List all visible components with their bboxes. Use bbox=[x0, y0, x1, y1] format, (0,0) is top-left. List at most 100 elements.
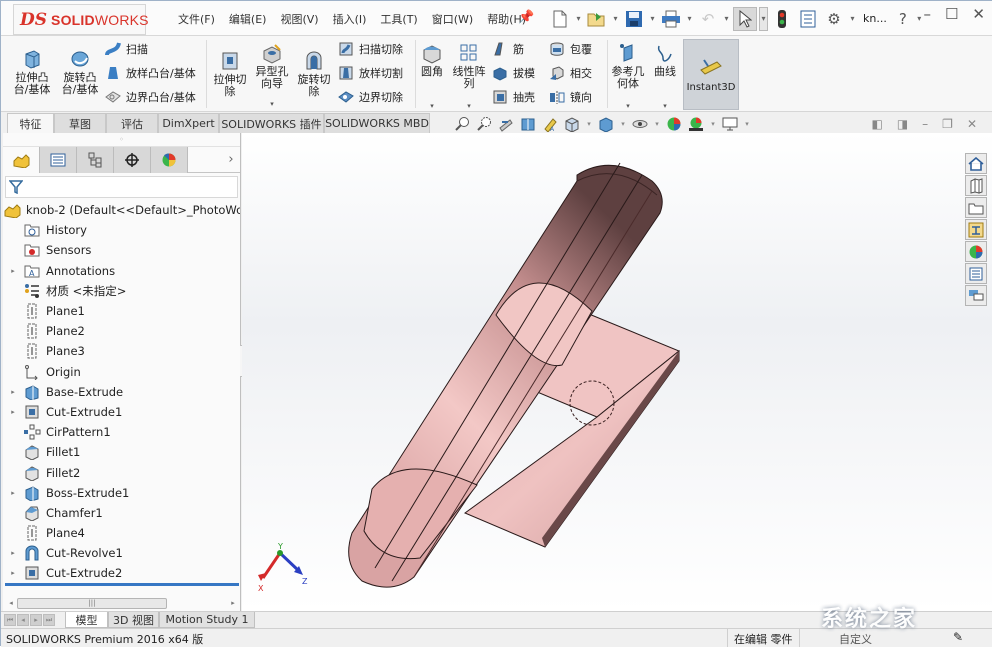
lofted-cut-button[interactable]: 放样切割 bbox=[338, 64, 403, 82]
tree-item-chamfer1[interactable]: Chamfer1 bbox=[3, 503, 240, 523]
close-icon[interactable]: ✕ bbox=[972, 5, 985, 23]
tree-item-origin[interactable]: Origin bbox=[3, 362, 240, 382]
select-arrow-icon[interactable] bbox=[733, 6, 757, 31]
scroll-right-icon[interactable]: ▸ bbox=[227, 599, 239, 607]
previous-view-icon[interactable] bbox=[497, 115, 515, 133]
graphics-area[interactable]: X Y Z bbox=[242, 133, 992, 611]
undo-dropdown-icon[interactable]: ▾ bbox=[722, 14, 731, 23]
tab-3d-views[interactable]: 3D 视图 bbox=[108, 612, 159, 628]
tree-item-sensors[interactable]: Sensors bbox=[3, 240, 240, 260]
new-dropdown-icon[interactable]: ▾ bbox=[574, 14, 583, 23]
select-dropdown-icon[interactable]: ▾ bbox=[759, 6, 768, 31]
tree-split-bar[interactable] bbox=[5, 583, 239, 586]
mirror-button[interactable]: 镜向 bbox=[549, 88, 592, 106]
tab-motion-study-1[interactable]: Motion Study 1 bbox=[159, 612, 255, 628]
custom-properties-icon[interactable] bbox=[965, 263, 987, 284]
pin-menu-icon[interactable]: 📌 bbox=[518, 10, 534, 25]
first-tab-icon[interactable]: ⏮ bbox=[4, 614, 16, 626]
last-tab-icon[interactable]: ⏭ bbox=[43, 614, 55, 626]
shell-button[interactable]: 抽壳 bbox=[492, 88, 535, 106]
save-dropdown-icon[interactable]: ▾ bbox=[648, 14, 657, 23]
tree-item-annotations[interactable]: ▸ A Annotations bbox=[3, 261, 240, 281]
tree-item-plane2[interactable]: Plane2 bbox=[3, 321, 240, 341]
reference-geometry-button[interactable]: 参考几 何体 ▾ bbox=[609, 42, 647, 112]
expand-arrow-icon[interactable]: ▸ bbox=[3, 489, 23, 497]
linear-pattern-button[interactable]: 线性阵 列 ▾ bbox=[450, 42, 488, 112]
new-document-icon[interactable] bbox=[548, 7, 572, 31]
tree-horizontal-scrollbar[interactable]: ◂ ||| ▸ bbox=[5, 596, 239, 610]
file-properties-icon[interactable] bbox=[796, 7, 820, 31]
tree-item-fillet1[interactable]: Fillet1 bbox=[3, 442, 240, 462]
menu-insert[interactable]: 插入(I) bbox=[326, 11, 374, 27]
tab-dimxpert[interactable]: DimXpert bbox=[158, 113, 219, 133]
file-explorer-folder-icon[interactable] bbox=[965, 197, 987, 218]
scroll-left-icon[interactable]: ◂ bbox=[5, 599, 17, 607]
linear-pattern-dropdown-icon[interactable]: ▾ bbox=[467, 100, 471, 112]
hide-show-dropdown-icon[interactable]: ▾ bbox=[653, 120, 661, 128]
tree-item-cut-revolve1[interactable]: ▸ Cut-Revolve1 bbox=[3, 543, 240, 563]
open-dropdown-icon[interactable]: ▾ bbox=[611, 14, 620, 23]
tree-item-plane4[interactable]: Plane4 bbox=[3, 523, 240, 543]
minimize-icon[interactable]: – bbox=[923, 5, 931, 23]
design-library-icon[interactable] bbox=[965, 175, 987, 196]
boundary-cut-button[interactable]: 边界切除 bbox=[338, 88, 403, 106]
curves-button[interactable]: 曲线 ▾ bbox=[649, 42, 681, 112]
scroll-thumb[interactable]: ||| bbox=[17, 597, 167, 609]
tab-solidworks-addins[interactable]: SOLIDWORKS 插件 bbox=[219, 113, 324, 133]
rib-button[interactable]: 筋 bbox=[492, 40, 524, 58]
extruded-boss-button[interactable]: 拉伸凸 台/基体 bbox=[9, 48, 55, 96]
tab-model[interactable]: 模型 bbox=[65, 612, 108, 628]
expand-arrow-icon[interactable]: ▸ bbox=[3, 549, 23, 557]
draft-button[interactable]: 拔模 bbox=[492, 64, 535, 82]
tab-sketch[interactable]: 草图 bbox=[54, 113, 106, 133]
panel-tabs-more-chevron-icon[interactable]: › bbox=[222, 147, 240, 172]
document-minimize-icon[interactable]: – bbox=[922, 117, 928, 131]
quick-tips-icon[interactable]: ✎ bbox=[953, 630, 963, 644]
curves-dropdown-icon[interactable]: ▾ bbox=[663, 100, 667, 112]
display-style-icon[interactable] bbox=[597, 115, 615, 133]
menu-tools[interactable]: 工具(T) bbox=[373, 11, 424, 27]
tree-item-cut-extrude2[interactable]: ▸ Cut-Extrude2 bbox=[3, 563, 240, 583]
tree-filter-field[interactable] bbox=[5, 176, 238, 198]
wrap-button[interactable]: 包覆 bbox=[549, 40, 592, 58]
view-settings-monitor-icon[interactable] bbox=[721, 115, 739, 133]
document-restore-icon[interactable]: ❐ bbox=[942, 117, 953, 131]
instant3d-button[interactable]: Instant3D bbox=[683, 39, 739, 110]
boundary-boss-button[interactable]: 边界凸台/基体 bbox=[105, 88, 196, 106]
menu-view[interactable]: 视图(V) bbox=[273, 11, 325, 27]
view-settings-dropdown-icon[interactable]: ▾ bbox=[743, 120, 751, 128]
zoom-to-fit-icon[interactable] bbox=[453, 115, 471, 133]
edit-appearance-icon[interactable] bbox=[665, 115, 683, 133]
tree-item-history[interactable]: History bbox=[3, 220, 240, 240]
hide-show-items-icon[interactable] bbox=[631, 115, 649, 133]
menu-file[interactable]: 文件(F) bbox=[171, 11, 222, 27]
print-dropdown-icon[interactable]: ▾ bbox=[685, 14, 694, 23]
options-dropdown-icon[interactable]: ▾ bbox=[848, 14, 857, 23]
lofted-boss-button[interactable]: 放样凸台/基体 bbox=[105, 64, 196, 82]
solidworks-logo[interactable]: DS SOLIDWORKS bbox=[13, 4, 149, 35]
propertymanager-tab[interactable] bbox=[40, 147, 77, 173]
tree-root-part[interactable]: knob-2 (Default<<Default>_PhotoWorks bbox=[3, 200, 240, 220]
solidworks-forum-chat-icon[interactable] bbox=[965, 285, 987, 306]
tree-item-cut-extrude1[interactable]: ▸ Cut-Extrude1 bbox=[3, 402, 240, 422]
solidworks-resources-home-icon[interactable] bbox=[965, 153, 987, 174]
reference-geometry-dropdown-icon[interactable]: ▾ bbox=[626, 100, 630, 112]
tab-features[interactable]: 特征 bbox=[7, 113, 54, 133]
configurationmanager-tab[interactable] bbox=[77, 147, 114, 173]
revolved-cut-button[interactable]: 旋转切 除 bbox=[293, 50, 335, 98]
previous-tab-icon[interactable]: ◂ bbox=[17, 614, 29, 626]
panel-grip[interactable]: ◦ bbox=[3, 133, 240, 147]
view-palette-icon[interactable] bbox=[965, 219, 987, 240]
options-gear-icon[interactable]: ⚙ bbox=[822, 7, 846, 31]
fillet-button[interactable]: 圆角 ▾ bbox=[417, 42, 447, 112]
intersect-button[interactable]: 相交 bbox=[549, 64, 592, 82]
help-dropdown-icon[interactable]: ▾ bbox=[915, 14, 924, 23]
tab-evaluate[interactable]: 评估 bbox=[106, 113, 158, 133]
tree-item-plane1[interactable]: Plane1 bbox=[3, 301, 240, 321]
expand-arrow-icon[interactable]: ▸ bbox=[3, 388, 23, 396]
dynamic-annotation-icon[interactable]: A bbox=[541, 115, 559, 133]
zoom-to-area-icon[interactable] bbox=[475, 115, 493, 133]
open-document-icon[interactable] bbox=[585, 7, 609, 31]
fillet-dropdown-icon[interactable]: ▾ bbox=[430, 100, 434, 112]
view-orientation-icon[interactable] bbox=[563, 115, 581, 133]
